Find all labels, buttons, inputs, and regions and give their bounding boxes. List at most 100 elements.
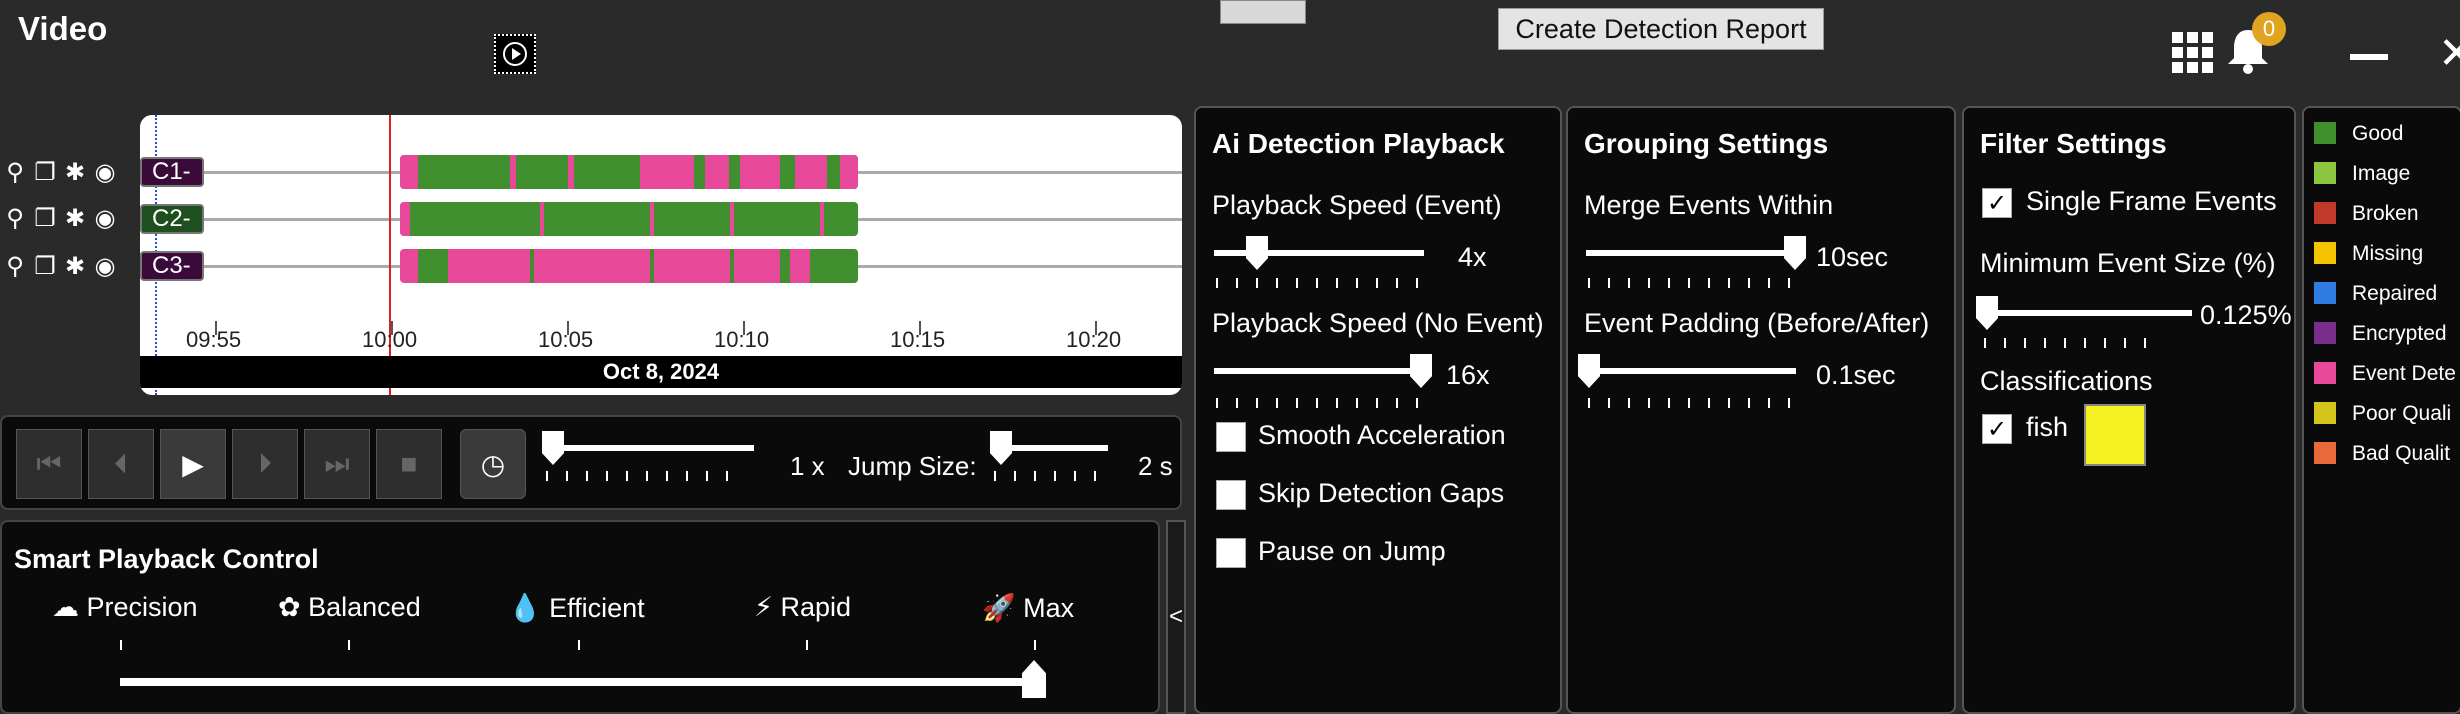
channel-label-c1[interactable]: C1-: [140, 157, 204, 187]
event-padding-slider[interactable]: [1586, 368, 1796, 374]
skip-to-end-button[interactable]: ⏭: [304, 429, 370, 499]
play-button[interactable]: ▶: [160, 429, 226, 499]
channel-label-c2[interactable]: C2-: [140, 204, 204, 234]
zoom-icon[interactable]: ⚲: [0, 252, 30, 281]
event-bar-c2[interactable]: [400, 202, 858, 236]
event-padding-ticks: [1588, 398, 1798, 408]
zoom-icon[interactable]: ⚲: [0, 204, 30, 233]
channel-tools-row-3: ⚲ ❐ ✱ ◉: [0, 252, 140, 282]
star-icon[interactable]: ✱: [60, 204, 90, 233]
jump-size-value: 2 s: [1138, 451, 1173, 481]
close-icon[interactable]: ✕: [2438, 28, 2460, 79]
window-icon[interactable]: ❐: [30, 204, 60, 233]
jump-slider-ticks: [994, 471, 1104, 481]
legend-label: Encrypted: [2352, 322, 2447, 345]
single-frame-checkbox[interactable]: ✓: [1982, 188, 2012, 218]
speed-event-slider[interactable]: [1214, 250, 1424, 256]
speed-noevent-ticks: [1216, 398, 1426, 408]
speed-noevent-label: Playback Speed (No Event): [1212, 308, 1544, 338]
legend-swatch: [2314, 362, 2336, 384]
star-icon[interactable]: ✱: [60, 158, 90, 187]
min-event-size-slider[interactable]: [1982, 310, 2192, 316]
smart-playback-slider[interactable]: [120, 678, 1042, 686]
mode-rapid[interactable]: ⚡ Rapid: [754, 592, 851, 623]
playback-controls: ⏮ ⏴ ▶ ⏵ ⏭ ■ ◷ 1 x Jump Size: 2 s: [0, 415, 1182, 510]
legend-swatch: [2314, 202, 2336, 224]
mode-efficient[interactable]: 💧 Efficient: [508, 592, 645, 624]
legend-panel: Good Image Broken Missing Repaired Encry…: [2302, 106, 2460, 714]
drag-handle[interactable]: [1220, 0, 1306, 24]
speed-slider-ticks: [546, 471, 746, 481]
speed-noevent-value: 16x: [1446, 360, 1490, 390]
speed-event-thumb[interactable]: [1246, 236, 1268, 270]
play-mode-icon[interactable]: [494, 34, 536, 74]
mode-tick: [1034, 640, 1036, 650]
speed-slider-track[interactable]: [542, 445, 754, 451]
mode-precision[interactable]: ☁ Precision: [52, 592, 198, 623]
legend-label: Broken: [2352, 202, 2419, 225]
class-fish-checkbox[interactable]: ✓: [1982, 414, 2012, 444]
classifications-label: Classifications: [1980, 366, 2153, 396]
single-frame-label: Single Frame Events: [2026, 186, 2277, 216]
channel-tools-row-2: ⚲ ❐ ✱ ◉: [0, 204, 140, 234]
speed-slider-thumb[interactable]: [542, 431, 564, 465]
event-bar-c3[interactable]: [400, 249, 858, 283]
tick-label: 09:55: [186, 327, 242, 352]
window-icon[interactable]: ❐: [30, 158, 60, 187]
ai-detection-panel: Ai Detection Playback Playback Speed (Ev…: [1194, 106, 1562, 714]
smart-playback-thumb[interactable]: [1022, 660, 1046, 698]
mode-tick: [120, 640, 122, 650]
star-icon[interactable]: ✱: [60, 252, 90, 281]
mode-max[interactable]: 🚀 Max: [982, 592, 1074, 624]
create-report-button[interactable]: Create Detection Report: [1498, 8, 1824, 50]
legend-swatch: [2314, 442, 2336, 464]
min-event-size-label: Minimum Event Size (%): [1980, 248, 2276, 278]
jump-size-label: Jump Size:: [848, 451, 977, 481]
legend-swatch: [2314, 162, 2336, 184]
window-icon[interactable]: ❐: [30, 252, 60, 281]
collapse-panel-button[interactable]: <: [1166, 520, 1186, 714]
pause-on-jump-checkbox[interactable]: [1216, 538, 1246, 568]
step-forward-button[interactable]: ⏵: [232, 429, 298, 499]
min-event-size-ticks: [1984, 338, 2154, 348]
timeline[interactable]: C1- C2- C3- 09:55 10:00 10:05 10:10 10:1…: [140, 115, 1182, 395]
event-padding-value: 0.1sec: [1816, 360, 1896, 390]
minimize-icon[interactable]: [2350, 54, 2388, 60]
event-padding-thumb[interactable]: [1578, 354, 1600, 388]
min-event-size-value: 0.125%: [2200, 300, 2292, 330]
window-title: Video: [18, 10, 108, 47]
legend-label: Good: [2352, 122, 2404, 145]
apps-grid-icon[interactable]: [2172, 32, 2214, 74]
speed-noevent-thumb[interactable]: [1410, 354, 1432, 388]
channel-label-c3[interactable]: C3-: [140, 251, 204, 281]
smooth-acceleration-checkbox[interactable]: [1216, 422, 1246, 452]
legend-label: Missing: [2352, 242, 2424, 265]
skip-detection-gaps-checkbox[interactable]: [1216, 480, 1246, 510]
class-fish-color-swatch[interactable]: [2084, 404, 2146, 466]
skip-to-start-button[interactable]: ⏮: [16, 429, 82, 499]
balance-icon: ✿: [278, 592, 309, 622]
stop-button[interactable]: ■: [376, 429, 442, 499]
merge-events-slider[interactable]: [1586, 250, 1796, 256]
step-back-button[interactable]: ⏴: [88, 429, 154, 499]
playhead[interactable]: [389, 115, 391, 395]
zoom-icon[interactable]: ⚲: [0, 158, 30, 187]
legend-label: Poor Quali: [2352, 402, 2452, 425]
jump-slider-thumb[interactable]: [990, 431, 1012, 465]
tick-label: 10:05: [538, 327, 594, 352]
speed-noevent-slider[interactable]: [1214, 368, 1424, 374]
merge-events-thumb[interactable]: [1784, 236, 1806, 270]
ai-panel-title: Ai Detection Playback: [1212, 128, 1505, 159]
eye-icon[interactable]: ◉: [90, 204, 120, 233]
skip-detection-gaps-label: Skip Detection Gaps: [1258, 478, 1505, 508]
clock-icon[interactable]: ◷: [460, 429, 526, 499]
eye-icon[interactable]: ◉: [90, 252, 120, 281]
legend-swatch: [2314, 122, 2336, 144]
min-event-size-thumb[interactable]: [1976, 296, 1998, 330]
speed-event-value: 4x: [1458, 242, 1487, 272]
eye-icon[interactable]: ◉: [90, 158, 120, 187]
tick-label: 10:00: [362, 327, 418, 352]
mode-balanced[interactable]: ✿ Balanced: [278, 592, 421, 623]
speed-event-label: Playback Speed (Event): [1212, 190, 1502, 220]
event-bar-c1[interactable]: [400, 155, 858, 189]
